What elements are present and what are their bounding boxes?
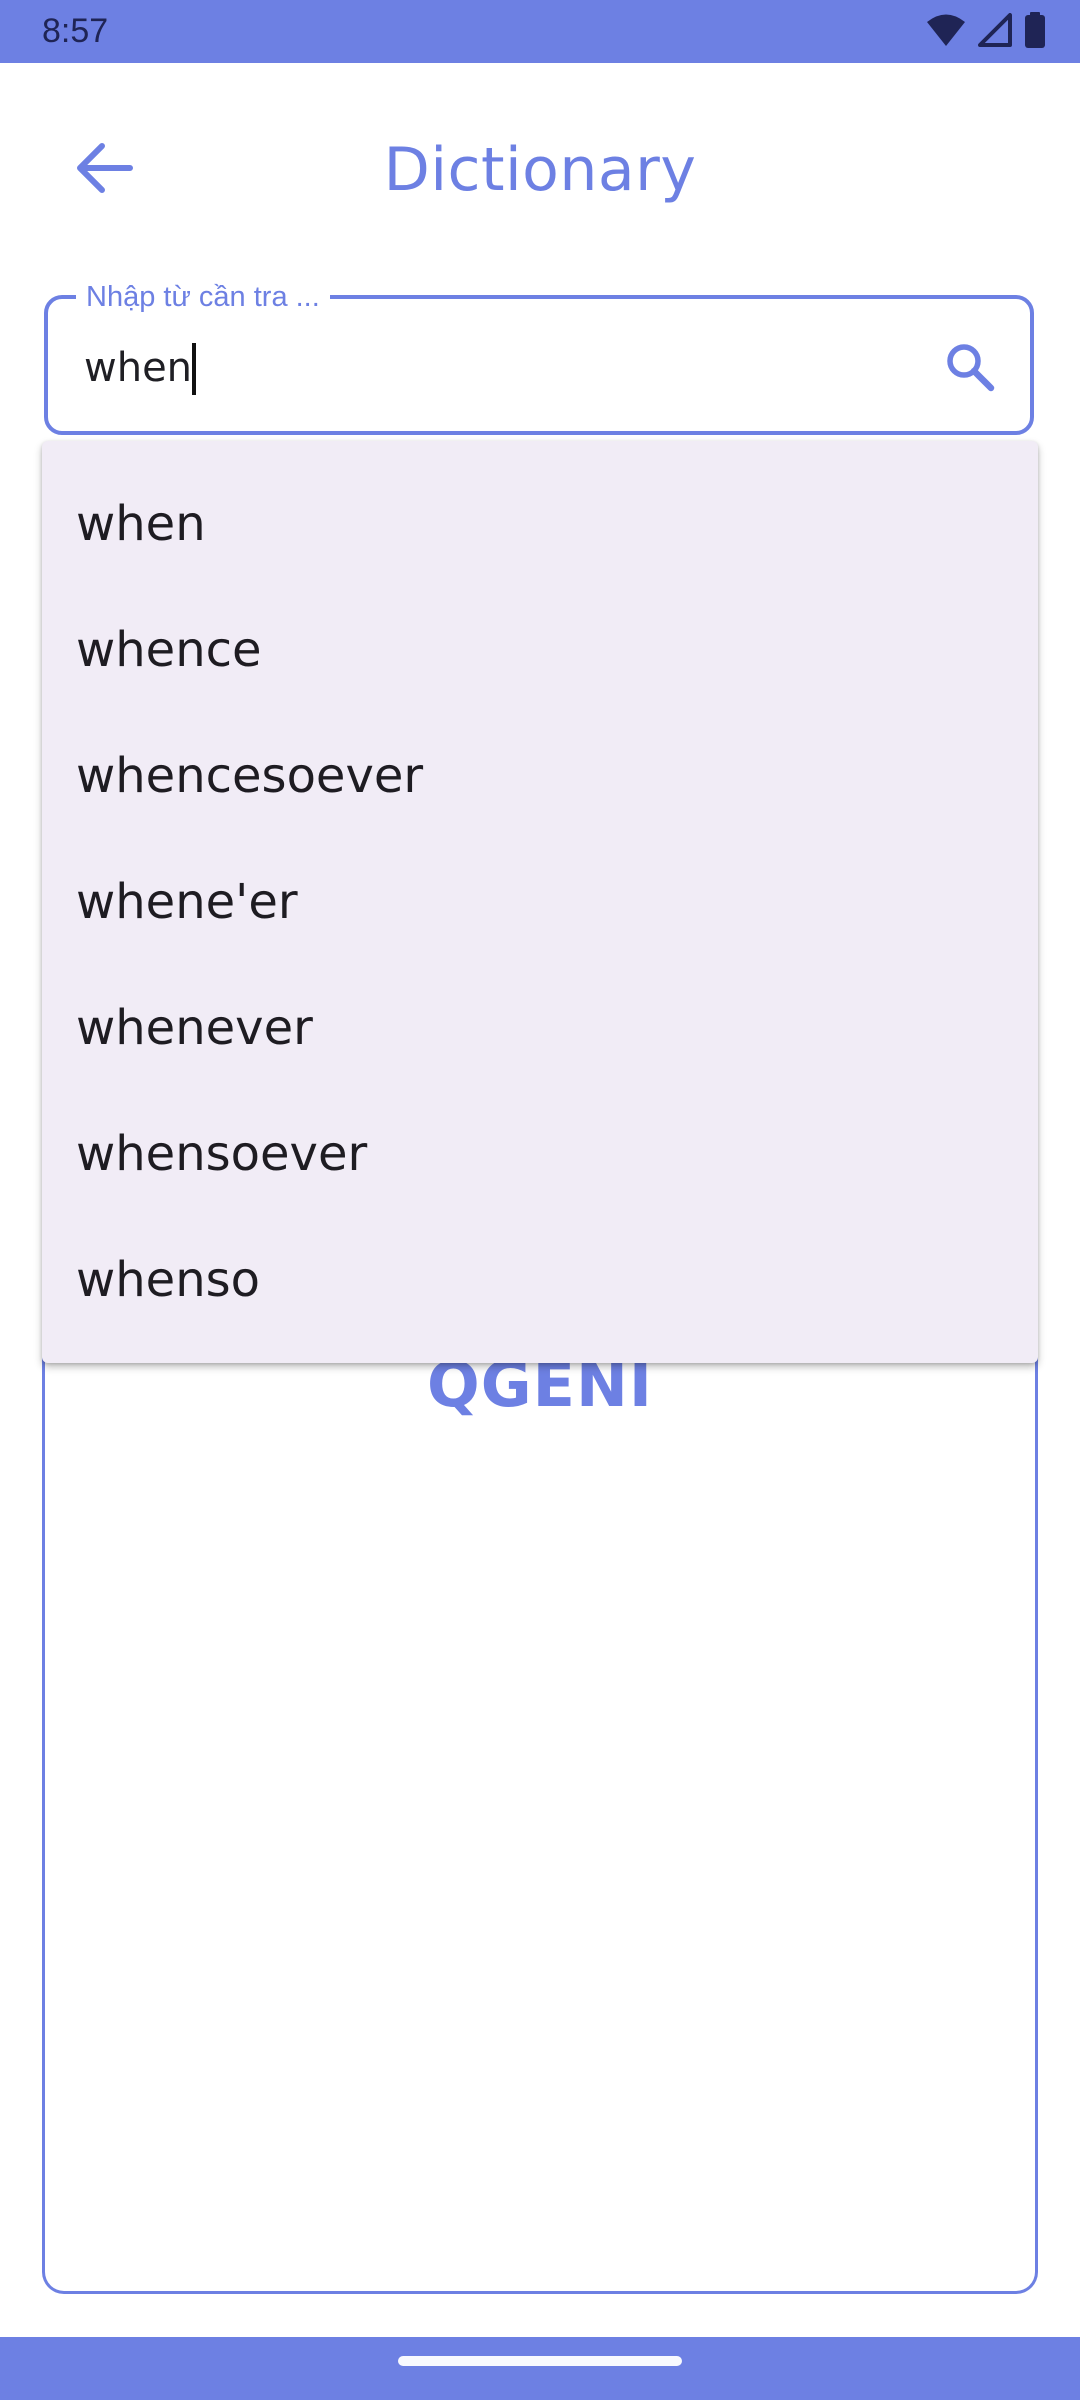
arrow-left-icon — [72, 136, 136, 204]
suggestion-item[interactable]: whene'er — [42, 839, 1038, 965]
search-button[interactable] — [938, 337, 1002, 401]
page-title: Dictionary — [383, 135, 697, 205]
search-icon — [943, 340, 997, 398]
home-gesture-handle[interactable] — [398, 2356, 682, 2366]
status-icons — [926, 12, 1046, 52]
status-bar: 8:57 — [0, 0, 1080, 63]
cellular-signal-icon — [978, 13, 1012, 51]
suggestion-dropdown: when whence whencesoever whene'er whenev… — [42, 441, 1038, 1363]
suggestion-item[interactable]: when — [42, 461, 1038, 587]
suggestion-item[interactable]: whence — [42, 587, 1038, 713]
back-button[interactable] — [62, 128, 146, 212]
suggestion-item[interactable]: whenever — [42, 965, 1038, 1091]
text-cursor — [192, 343, 196, 395]
definition-card — [42, 1270, 1038, 2294]
battery-icon — [1024, 12, 1046, 52]
suggestion-item[interactable]: whencesoever — [42, 713, 1038, 839]
navigation-bar — [0, 2337, 1080, 2400]
suggestion-item[interactable]: whensoever — [42, 1091, 1038, 1217]
search-input[interactable] — [84, 337, 904, 399]
search-field[interactable]: Nhập từ cần tra ... — [44, 277, 1034, 435]
wifi-icon — [926, 13, 966, 51]
status-time: 8:57 — [42, 12, 109, 50]
search-label: Nhập từ cần tra ... — [76, 277, 330, 317]
suggestion-item[interactable]: whenso — [42, 1217, 1038, 1343]
